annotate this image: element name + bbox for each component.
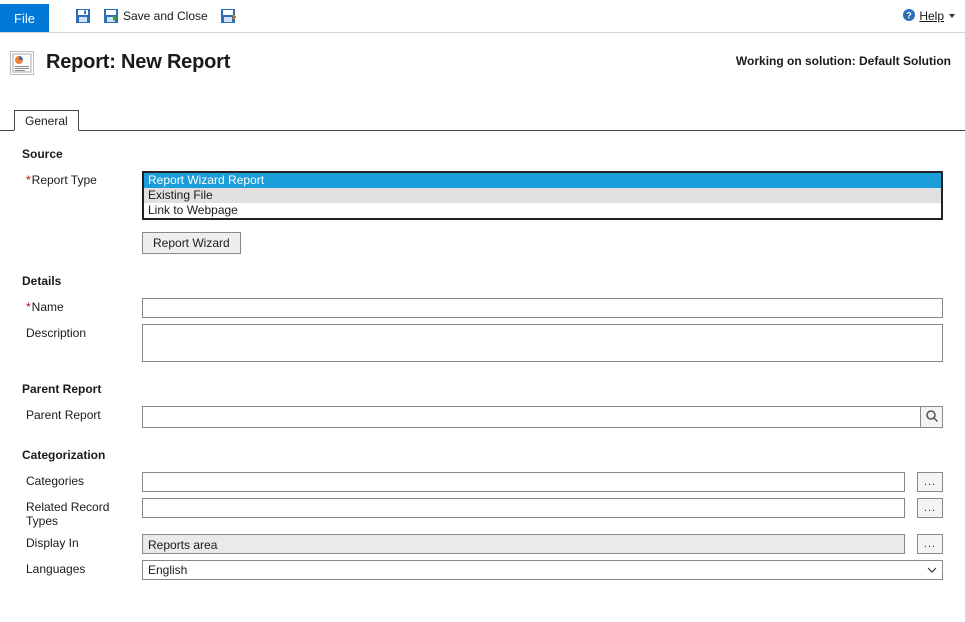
languages-value: English <box>143 563 922 577</box>
report-type-label-text: Report Type <box>32 173 97 187</box>
display-in-picker-button[interactable]: ... <box>917 534 943 554</box>
parent-report-input[interactable] <box>143 407 920 427</box>
toolbar: File Save and Close ? Help <box>0 0 965 33</box>
label-description: Description <box>22 324 142 340</box>
required-indicator: * <box>26 300 31 314</box>
required-indicator: * <box>26 173 31 187</box>
page-title: Report: New Report <box>46 51 230 74</box>
name-label-text: Name <box>32 300 64 314</box>
categories-input[interactable] <box>142 472 905 492</box>
related-label-text: Related Record Types <box>26 500 142 528</box>
help-icon: ? <box>902 8 916 25</box>
label-display-in: Display In <box>22 534 142 550</box>
display-in-label-text: Display In <box>26 536 79 550</box>
report-type-listbox[interactable]: Report Wizard Report Existing File Link … <box>142 171 943 220</box>
report-wizard-button[interactable]: Report Wizard <box>142 232 241 254</box>
parent-report-lookup-button[interactable] <box>920 407 942 427</box>
solution-context: Working on solution: Default Solution <box>736 54 951 68</box>
report-type-option-file[interactable]: Existing File <box>144 188 941 203</box>
save-new-icon <box>220 8 236 24</box>
label-parent-report: Parent Report <box>22 406 142 422</box>
header: Report: New Report Working on solution: … <box>0 33 965 85</box>
ellipsis-icon: ... <box>924 538 936 550</box>
form-general: Source * Report Type Report Wizard Repor… <box>0 131 965 616</box>
save-and-close-label: Save and Close <box>123 9 208 23</box>
languages-label-text: Languages <box>26 562 85 576</box>
section-details-heading: Details <box>22 274 943 288</box>
report-type-option-wizard[interactable]: Report Wizard Report <box>144 173 941 188</box>
save-and-close-button[interactable]: Save and Close <box>97 8 214 24</box>
report-icon <box>10 51 34 75</box>
save-button[interactable] <box>69 8 97 24</box>
chevron-down-icon <box>949 14 955 18</box>
report-type-option-link[interactable]: Link to Webpage <box>144 203 941 218</box>
description-label-text: Description <box>26 326 86 340</box>
section-source-heading: Source <box>22 147 943 161</box>
label-related-record-types: Related Record Types <box>22 498 142 528</box>
categories-picker-button[interactable]: ... <box>917 472 943 492</box>
parent-report-lookup[interactable] <box>142 406 943 428</box>
description-input[interactable] <box>142 324 943 362</box>
tab-general[interactable]: General <box>14 110 79 131</box>
chevron-down-icon <box>922 564 942 576</box>
label-report-type: * Report Type <box>22 171 142 187</box>
help-link[interactable]: ? Help <box>902 8 955 25</box>
display-in-field[interactable]: Reports area <box>142 534 905 554</box>
related-record-types-picker-button[interactable]: ... <box>917 498 943 518</box>
related-record-types-input[interactable] <box>142 498 905 518</box>
tab-general-label: General <box>25 114 68 128</box>
label-name: * Name <box>22 298 142 314</box>
label-categories: Categories <box>22 472 142 488</box>
name-input[interactable] <box>142 298 943 318</box>
svg-text:?: ? <box>907 10 913 20</box>
search-icon <box>925 409 939 426</box>
label-languages: Languages <box>22 560 142 576</box>
file-menu-button[interactable]: File <box>0 4 49 32</box>
ellipsis-icon: ... <box>924 502 936 514</box>
languages-select[interactable]: English <box>142 560 943 580</box>
section-parent-heading: Parent Report <box>22 382 943 396</box>
ellipsis-icon: ... <box>924 476 936 488</box>
tab-bar: General <box>0 109 965 131</box>
save-icon <box>75 8 91 24</box>
categories-label-text: Categories <box>26 474 84 488</box>
parent-label-text: Parent Report <box>26 408 101 422</box>
section-categorization-heading: Categorization <box>22 448 943 462</box>
file-menu-label: File <box>14 11 35 26</box>
save-and-new-button[interactable] <box>214 8 242 24</box>
save-close-icon <box>103 8 119 24</box>
help-label: Help <box>919 9 944 23</box>
